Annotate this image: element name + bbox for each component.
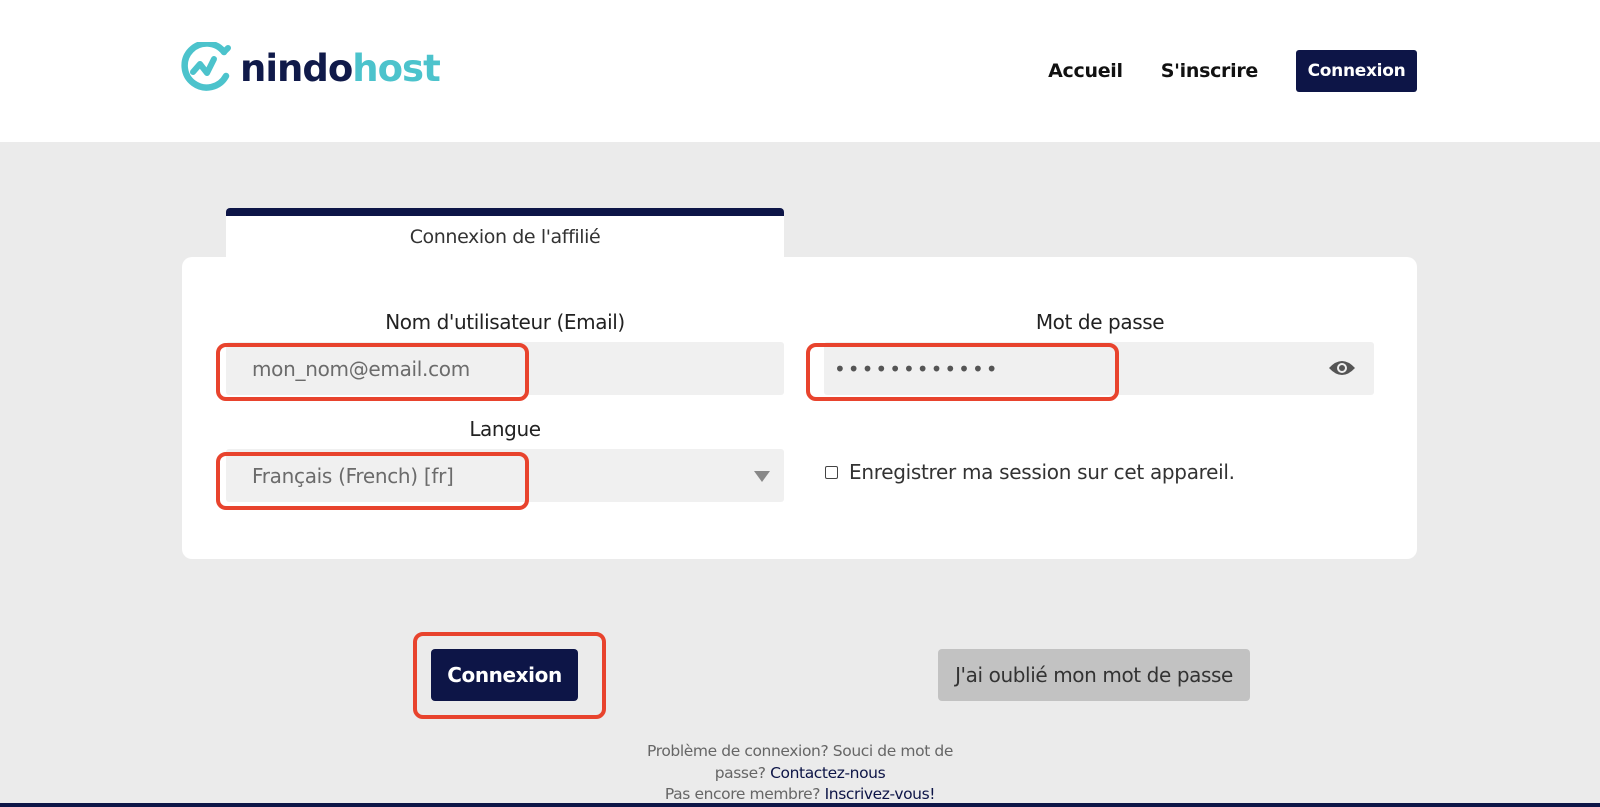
contact-link[interactable]: Contactez-nous: [770, 764, 886, 782]
caret-down-icon: [754, 471, 770, 482]
nindohost-logo-icon: [181, 42, 231, 91]
site-header: nindohost Accueil S'inscrire Connexion: [0, 0, 1600, 142]
password-input[interactable]: ••••••••••••: [824, 342, 1374, 395]
password-value: ••••••••••••: [834, 356, 1000, 381]
nav-home-link[interactable]: Accueil: [1048, 60, 1123, 82]
username-value: mon_nom@email.com: [252, 356, 470, 381]
main-nav: Accueil S'inscrire Connexion: [1010, 50, 1417, 92]
login-form-card: [182, 257, 1417, 559]
forgot-password-button[interactable]: J'ai oublié mon mot de passe: [938, 649, 1250, 701]
language-value: Français (French) [fr]: [252, 463, 454, 488]
logo-text-host: host: [352, 46, 440, 90]
nav-login-button[interactable]: Connexion: [1296, 50, 1417, 92]
signup-link[interactable]: Inscrivez-vous!: [825, 785, 936, 803]
tab-label: Connexion de l'affilié: [409, 226, 601, 248]
remember-checkbox[interactable]: [825, 465, 838, 479]
tab-affiliate-login[interactable]: Connexion de l'affilié: [226, 208, 784, 258]
username-input[interactable]: mon_nom@email.com: [226, 342, 784, 395]
help-text: Problème de connexion? Souci de mot de p…: [640, 741, 960, 806]
site-logo[interactable]: nindohost: [180, 42, 441, 94]
help-not-member-text: Pas encore membre?: [664, 785, 821, 803]
language-select[interactable]: Français (French) [fr]: [226, 449, 784, 502]
logo-wordmark: nindohost: [240, 46, 441, 90]
remember-label: Enregistrer ma session sur cet appareil.: [849, 460, 1235, 484]
remember-session-option[interactable]: Enregistrer ma session sur cet appareil.: [825, 460, 1235, 484]
nav-signup-link[interactable]: S'inscrire: [1161, 60, 1259, 82]
login-button[interactable]: Connexion: [431, 649, 578, 701]
username-label: Nom d'utilisateur (Email): [385, 310, 625, 334]
eye-icon[interactable]: [1328, 358, 1356, 378]
logo-text-nindo: nindo: [240, 46, 353, 90]
footer-bar: [0, 803, 1600, 807]
password-label: Mot de passe: [1035, 310, 1165, 334]
language-label: Langue: [469, 417, 541, 441]
